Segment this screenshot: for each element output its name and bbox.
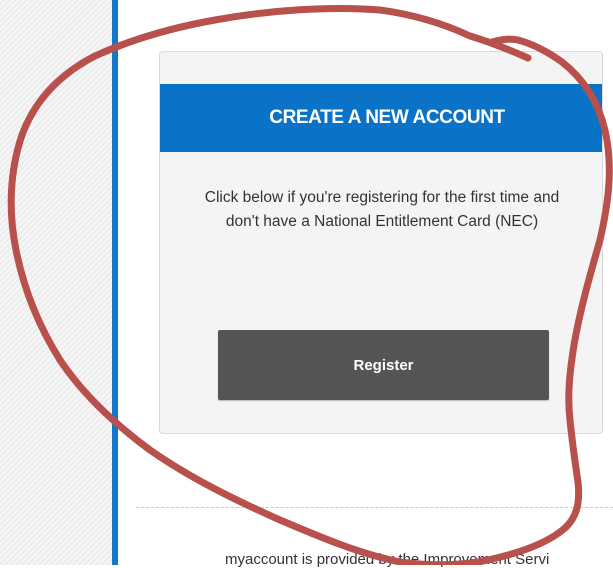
description-line-2: don't have a National Entitlement Card (… [225,213,539,230]
footer-text: myaccount is provided by the Improvement… [225,551,550,568]
dashed-divider [136,507,613,508]
left-gutter-texture [0,0,112,565]
card-title: CREATE A NEW ACCOUNT [269,107,505,128]
card-description: Click below if you're registering for th… [160,186,604,234]
register-button[interactable]: Register [218,330,549,400]
description-line-1: Click below if you're registering for th… [204,189,560,206]
main-content: CREATE A NEW ACCOUNT Click below if you'… [118,0,613,568]
card-header: CREATE A NEW ACCOUNT [160,84,602,152]
create-account-card: CREATE A NEW ACCOUNT Click below if you'… [159,51,603,434]
